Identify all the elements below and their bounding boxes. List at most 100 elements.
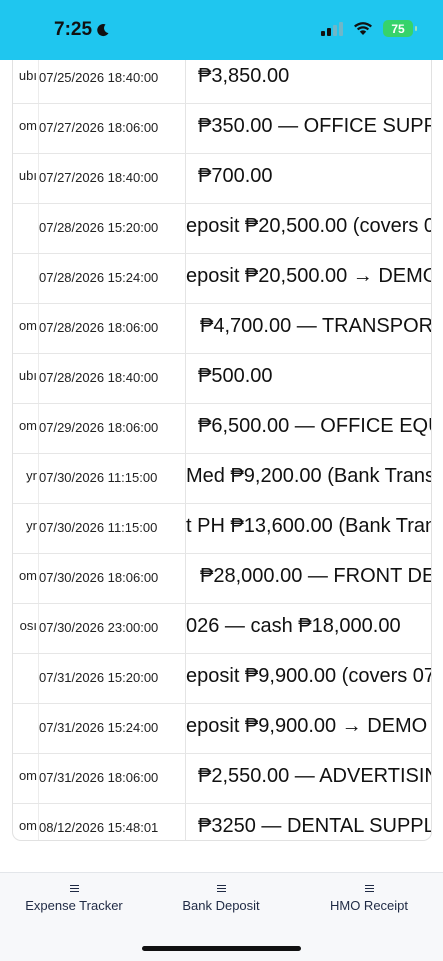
status-time: 7:25 bbox=[54, 19, 110, 41]
row-description: ₱700.00 bbox=[198, 165, 273, 187]
table-row[interactable]: yr 07/30/2026 11:15:00 Med ₱9,200.00 (Bank… bbox=[13, 454, 431, 504]
truncated-text: ubı bbox=[18, 68, 37, 83]
truncated-column bbox=[13, 254, 39, 303]
row-timestamp: 07/28/2026 15:24:00 bbox=[39, 270, 159, 285]
status-bar: 7:25 75 bbox=[0, 0, 443, 60]
description-cell: ₱350.00 — OFFICE SUPPLI bbox=[186, 104, 431, 153]
description-cell: eposit ₱20,500.00 (covers 0 bbox=[186, 204, 431, 253]
row-timestamp: 07/27/2026 18:06:00 bbox=[39, 120, 159, 135]
truncated-text: om bbox=[18, 418, 37, 433]
table-row[interactable]: ubı 07/28/2026 18:40:00 ₱500.00 bbox=[13, 354, 431, 404]
truncated-column: ubı bbox=[13, 60, 39, 103]
truncated-text: osı bbox=[19, 618, 37, 633]
row-timestamp: 07/31/2026 18:06:00 bbox=[39, 770, 159, 785]
truncated-column: om bbox=[13, 304, 39, 353]
row-description: ₱6,500.00 — OFFICE EQUII bbox=[198, 415, 431, 437]
table-row[interactable]: ubı 07/27/2026 18:40:00 ₱700.00 bbox=[13, 154, 431, 204]
tab-label: Expense Tracker bbox=[25, 898, 123, 913]
truncated-text: om bbox=[18, 818, 37, 833]
truncated-text: om bbox=[18, 568, 37, 583]
menu-icon bbox=[216, 885, 226, 892]
row-description: eposit ₱20,500.00 → DEMO bbox=[186, 265, 431, 287]
row-timestamp: 08/12/2026 15:48:01 bbox=[39, 820, 159, 835]
description-cell: ₱700.00 bbox=[186, 154, 431, 203]
truncated-column: om bbox=[13, 554, 39, 603]
row-description: ₱3,850.00 bbox=[198, 65, 290, 87]
row-timestamp: 07/28/2026 15:20:00 bbox=[39, 220, 159, 235]
row-description: ₱350.00 — OFFICE SUPPLI bbox=[198, 115, 431, 137]
tab-label: HMO Receipt bbox=[329, 898, 409, 913]
description-cell: eposit ₱9,900.00 → DEMO - bbox=[186, 704, 431, 753]
row-description: eposit ₱9,900.00 → DEMO - bbox=[186, 715, 431, 737]
tab-expense-tracker[interactable]: Expense Tracker bbox=[0, 883, 148, 913]
truncated-column: ubı bbox=[13, 154, 39, 203]
truncated-column bbox=[13, 704, 39, 753]
description-cell: 026 — cash ₱18,000.00 bbox=[186, 604, 431, 653]
truncated-column: om bbox=[13, 104, 39, 153]
description-cell: ₱3250 — DENTAL SUPPLIE bbox=[186, 804, 431, 840]
truncated-column: yr bbox=[13, 454, 39, 503]
row-description: ₱500.00 bbox=[198, 365, 273, 387]
table-row[interactable]: 07/28/2026 15:20:00 eposit ₱20,500.00 (co… bbox=[13, 204, 431, 254]
row-timestamp: 07/30/2026 18:06:00 bbox=[39, 570, 159, 585]
table-row[interactable]: osı 07/30/2026 23:00:00 026 — cash ₱18,000… bbox=[13, 604, 431, 654]
wifi-icon bbox=[354, 22, 372, 35]
truncated-column: yr bbox=[13, 504, 39, 553]
truncated-text: om bbox=[18, 768, 37, 783]
table-row[interactable]: om 07/30/2026 18:06:00 ₱28,000.00 — FRONT … bbox=[13, 554, 431, 604]
truncated-column: ubı bbox=[13, 354, 39, 403]
truncated-text: om bbox=[18, 118, 37, 133]
description-cell: ₱6,500.00 — OFFICE EQUII bbox=[186, 404, 431, 453]
cellular-signal-icon bbox=[321, 21, 343, 36]
table-row[interactable]: 07/31/2026 15:20:00 eposit ₱9,900.00 (cov… bbox=[13, 654, 431, 704]
description-cell: eposit ₱9,900.00 (covers 07 bbox=[186, 654, 431, 703]
description-cell: ₱2,550.00 — ADVERTISING bbox=[186, 754, 431, 803]
truncated-text: yr bbox=[26, 468, 37, 483]
table-row[interactable]: yr 07/30/2026 11:15:00 t PH ₱13,600.00 (Ba… bbox=[13, 504, 431, 554]
table-row[interactable]: om 07/28/2026 18:06:00 ₱4,700.00 — TRANSPO… bbox=[13, 304, 431, 354]
description-cell: t PH ₱13,600.00 (Bank Tran bbox=[186, 504, 431, 553]
menu-icon bbox=[69, 885, 79, 892]
table-row[interactable]: 07/28/2026 15:24:00 eposit ₱20,500.00 → D… bbox=[13, 254, 431, 304]
table-row[interactable]: om 07/27/2026 18:06:00 ₱350.00 — OFFICE SU… bbox=[13, 104, 431, 154]
truncated-column: osı bbox=[13, 604, 39, 653]
tab-bank-deposit[interactable]: Bank Deposit bbox=[147, 883, 295, 913]
row-timestamp: 07/29/2026 18:06:00 bbox=[39, 420, 159, 435]
row-timestamp: 07/25/2026 18:40:00 bbox=[39, 70, 159, 85]
battery-level: 75 bbox=[391, 21, 405, 36]
row-timestamp: 07/30/2026 11:15:00 bbox=[39, 470, 158, 485]
row-description: ₱2,550.00 — ADVERTISING bbox=[198, 765, 431, 787]
row-timestamp: 07/27/2026 18:40:00 bbox=[39, 170, 159, 185]
row-timestamp: 07/31/2026 15:20:00 bbox=[39, 670, 159, 685]
truncated-text: ubı bbox=[18, 168, 37, 183]
row-timestamp: 07/30/2026 11:15:00 bbox=[39, 520, 158, 535]
moon-icon bbox=[97, 24, 109, 37]
row-timestamp: 07/31/2026 15:24:00 bbox=[39, 720, 159, 735]
row-description: 026 — cash ₱18,000.00 bbox=[186, 615, 401, 637]
truncated-column: om bbox=[13, 754, 39, 803]
row-description: eposit ₱20,500.00 (covers 0 bbox=[186, 215, 431, 237]
table-row[interactable]: om 08/12/2026 15:48:01 ₱3250 — DENTAL SUPP… bbox=[13, 804, 431, 840]
description-cell: ₱28,000.00 — FRONT DES bbox=[186, 554, 431, 603]
truncated-text: ubı bbox=[18, 368, 37, 383]
truncated-column: om bbox=[13, 404, 39, 453]
row-description: ₱4,700.00 — TRANSPORTA bbox=[200, 315, 431, 337]
table-row[interactable]: om 07/31/2026 18:06:00 ₱2,550.00 — ADVERTI… bbox=[13, 754, 431, 804]
row-description: ₱28,000.00 — FRONT DES bbox=[200, 565, 431, 587]
table-row[interactable]: ubı 07/25/2026 18:40:00 ₱3,850.00 bbox=[13, 60, 431, 104]
tab-hmo-receipt[interactable]: HMO Receipt bbox=[295, 883, 443, 913]
battery-icon: 75 bbox=[383, 20, 417, 37]
truncated-text: om bbox=[18, 318, 37, 333]
transaction-list[interactable]: ubı 07/25/2026 18:40:00 ₱3,850.00 om 07/27/2… bbox=[12, 60, 432, 841]
description-cell: Med ₱9,200.00 (Bank Transf bbox=[186, 454, 431, 503]
row-description: ₱3250 — DENTAL SUPPLIE bbox=[198, 815, 431, 837]
description-cell: ₱4,700.00 — TRANSPORTA bbox=[186, 304, 431, 353]
description-cell: ₱3,850.00 bbox=[186, 60, 431, 103]
table-row[interactable]: 07/31/2026 15:24:00 eposit ₱9,900.00 → DE… bbox=[13, 704, 431, 754]
home-indicator bbox=[142, 946, 301, 951]
table-row[interactable]: om 07/29/2026 18:06:00 ₱6,500.00 — OFFICE … bbox=[13, 404, 431, 454]
description-cell: eposit ₱20,500.00 → DEMO bbox=[186, 254, 431, 303]
row-description: t PH ₱13,600.00 (Bank Tran bbox=[186, 515, 431, 537]
row-timestamp: 07/28/2026 18:06:00 bbox=[39, 320, 159, 335]
row-timestamp: 07/28/2026 18:40:00 bbox=[39, 370, 159, 385]
